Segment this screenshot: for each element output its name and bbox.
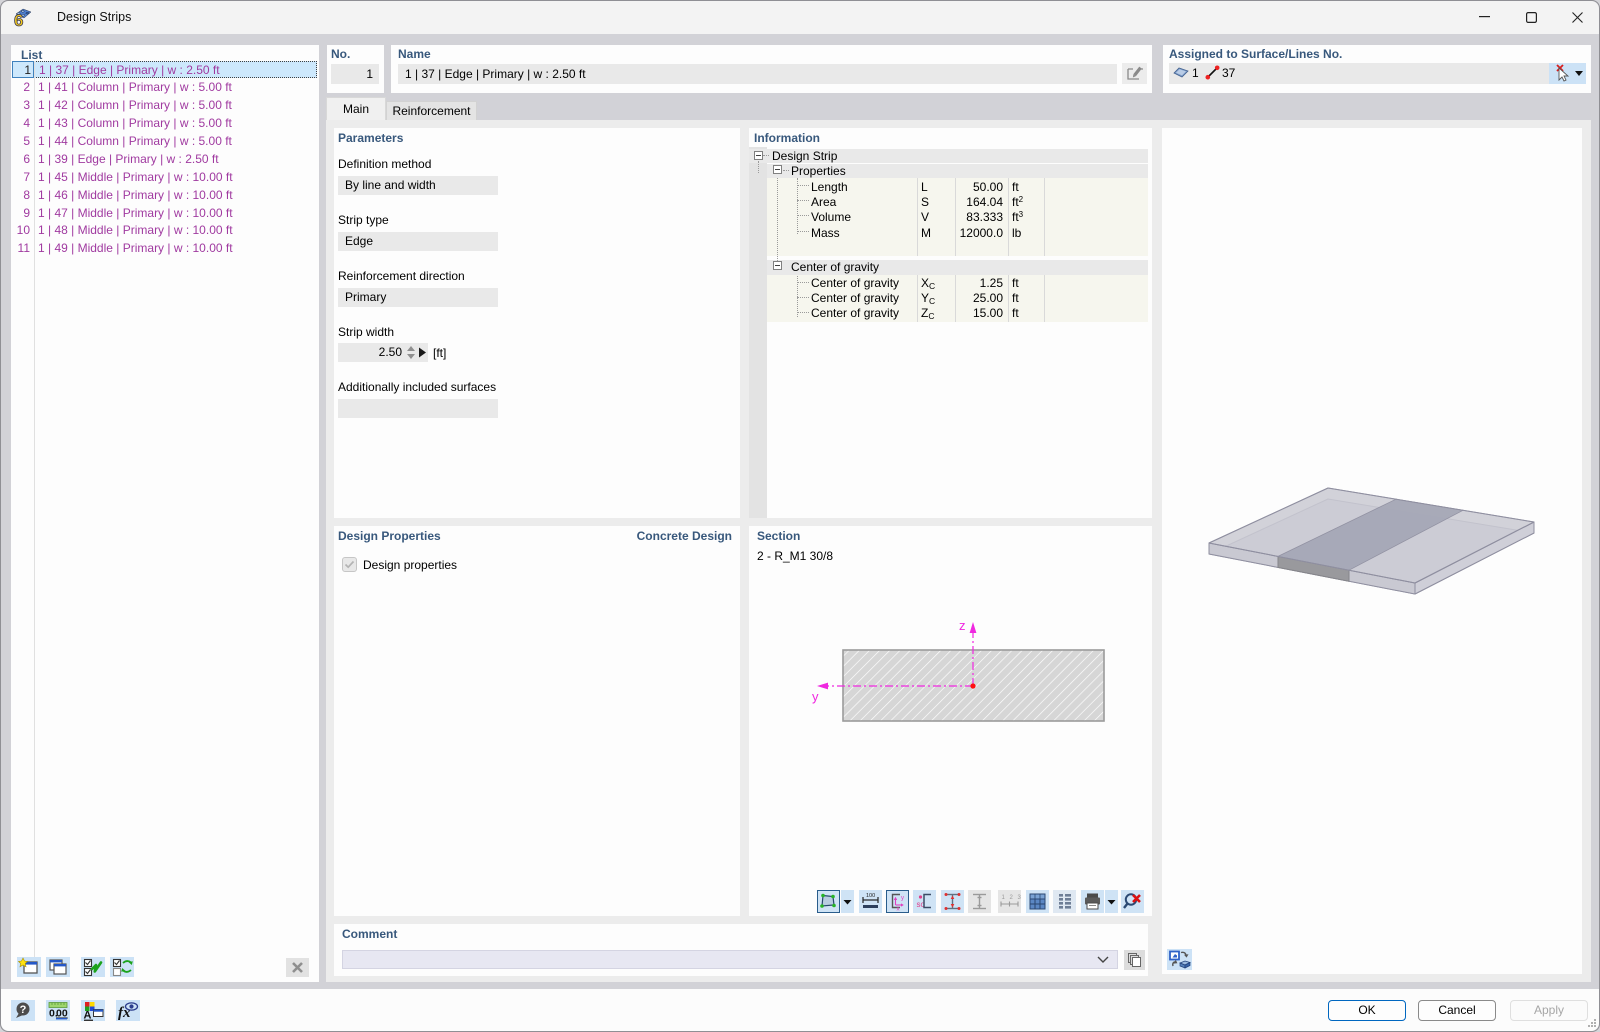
svg-text:x: x xyxy=(897,907,900,912)
svg-text:fx: fx xyxy=(118,1005,131,1021)
svg-text:1 2 3: 1 2 3 xyxy=(1002,895,1022,901)
svg-text:?: ? xyxy=(20,1004,27,1016)
svg-text:y: y xyxy=(812,689,819,704)
svg-text:6: 6 xyxy=(14,11,23,28)
svg-text:z: z xyxy=(959,618,966,633)
svg-text:00: 00 xyxy=(56,1008,68,1020)
svg-text:y: y xyxy=(901,896,904,902)
svg-text:A: A xyxy=(84,1010,92,1022)
svg-text:100: 100 xyxy=(866,893,875,899)
